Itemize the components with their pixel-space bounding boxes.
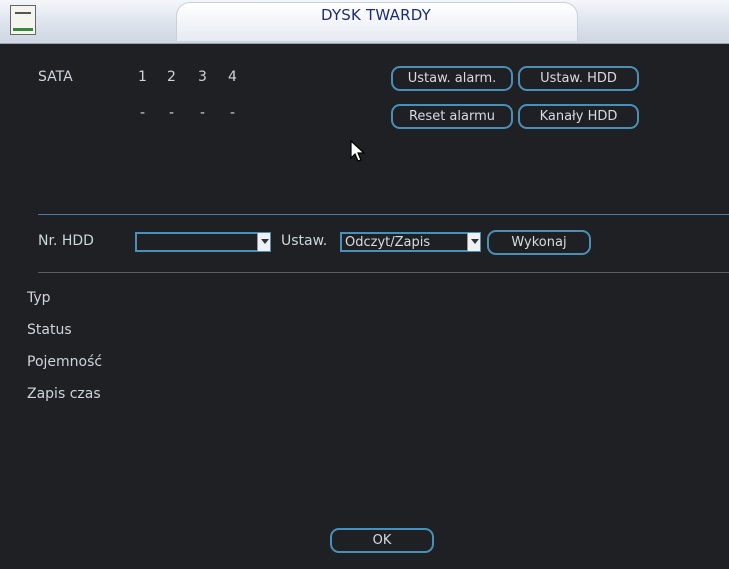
chevron-down-icon[interactable] <box>257 233 270 251</box>
sata-state-4: - <box>230 105 236 121</box>
sata-channel-3: 3 <box>198 69 207 85</box>
form-divider <box>38 272 729 273</box>
record-time-label: Zapis czas <box>27 386 101 402</box>
execute-button[interactable]: Wykonaj <box>487 230 591 255</box>
mode-select[interactable]: Odczyt/Zapis <box>340 232 481 252</box>
reset-alarm-button[interactable]: Reset alarmu <box>391 104 513 129</box>
main-panel: SATA 1 2 3 4 - - - - Ustaw. alarm. Ustaw… <box>0 44 729 569</box>
ok-button[interactable]: OK <box>330 528 434 553</box>
hdd-number-label: Nr. HDD <box>38 233 94 249</box>
set-mode-label: Ustaw. <box>281 233 328 249</box>
sata-label: SATA <box>38 69 73 85</box>
set-hdd-button[interactable]: Ustaw. HDD <box>518 66 639 91</box>
hdd-app-icon <box>10 5 36 35</box>
chevron-down-icon[interactable] <box>467 233 480 251</box>
sata-channel-1: 1 <box>138 69 147 85</box>
window-title: DYSK TWARDY <box>321 6 431 24</box>
sata-state-1: - <box>140 105 146 121</box>
capacity-label: Pojemność <box>27 354 103 370</box>
hdd-number-select[interactable] <box>135 232 271 252</box>
status-label: Status <box>27 322 72 338</box>
hdd-channels-button[interactable]: Kanały HDD <box>518 104 639 129</box>
mode-value: Odczyt/Zapis <box>345 235 431 250</box>
sata-channel-4: 4 <box>228 69 237 85</box>
set-alarm-button[interactable]: Ustaw. alarm. <box>391 66 513 91</box>
sata-state-3: - <box>200 105 206 121</box>
mouse-cursor-icon <box>350 140 366 162</box>
sata-state-2: - <box>169 105 175 121</box>
type-label: Typ <box>27 290 51 306</box>
section-divider <box>38 214 729 215</box>
sata-channel-2: 2 <box>167 69 176 85</box>
title-bar: DYSK TWARDY <box>0 0 729 44</box>
